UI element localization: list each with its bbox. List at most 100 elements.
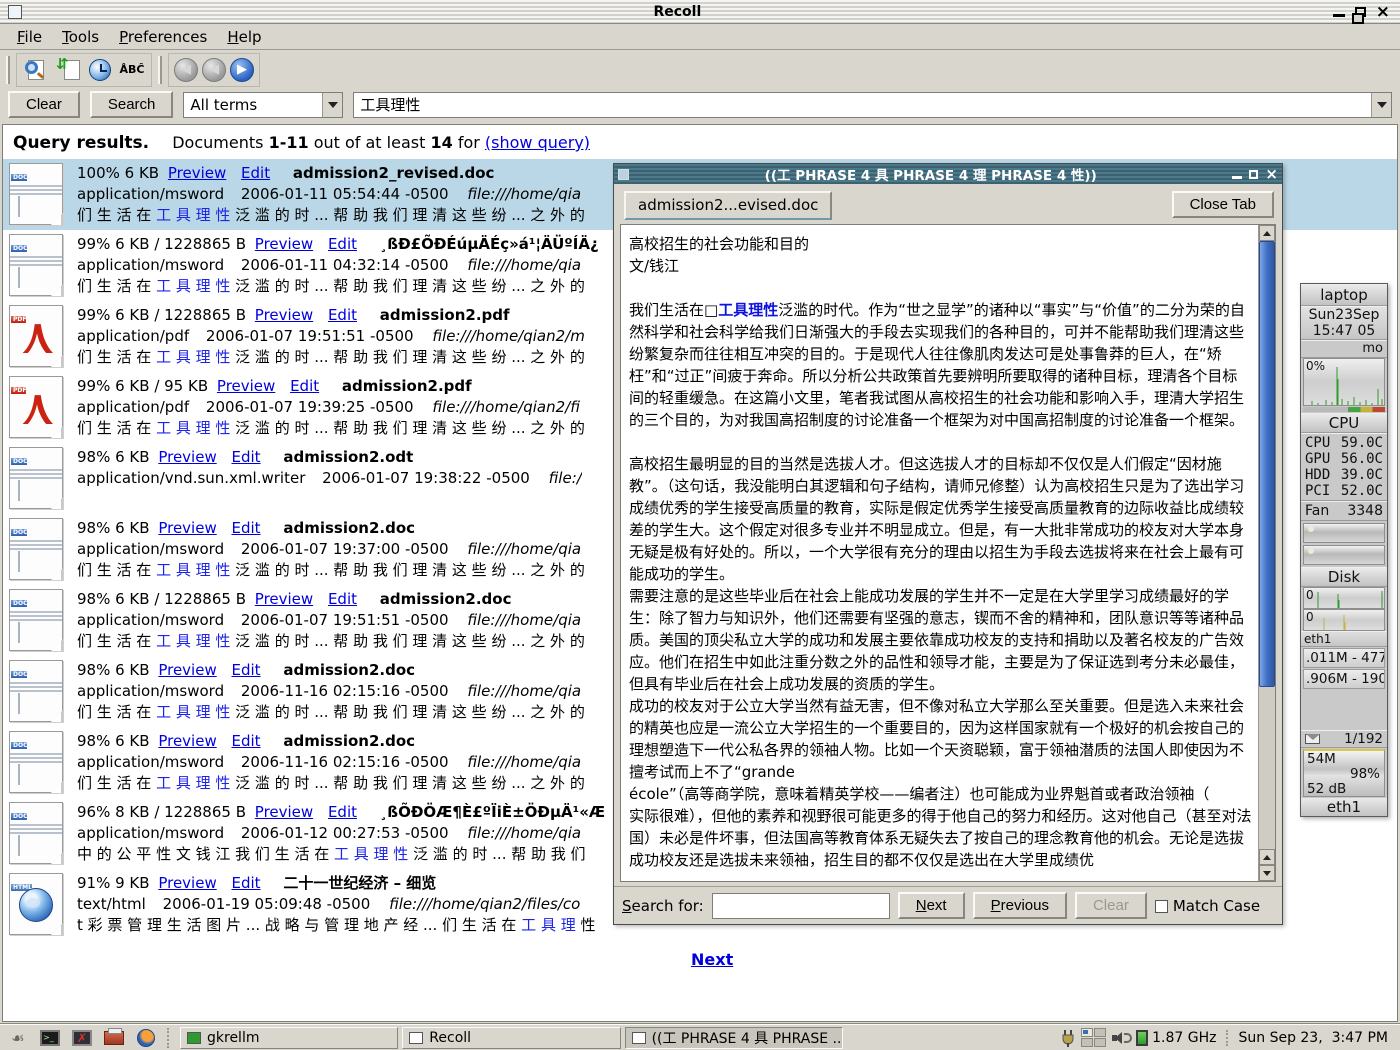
task-button-preview[interactable]: ((工 PHRASE 4 具 PHRASE ... [625, 1027, 843, 1049]
scroll-up-icon[interactable] [1259, 849, 1275, 865]
find-next-button[interactable]: Next [898, 892, 965, 919]
result-snippet: 们 生 活 在 工 具 理 性 泛 滥 的 时 ... 帮 助 我 们 理 清 … [77, 632, 585, 650]
find-input[interactable] [712, 893, 890, 919]
volume-panel: 54M 98% 52 dB [1303, 749, 1385, 797]
preview-paragraph: 需要注意的是这些毕业后在社会上能成功发展的学生并不一定是在大学里学习成绩最好的学… [629, 585, 1252, 695]
toolbar-grip[interactable] [158, 56, 162, 84]
preview-link[interactable]: Preview [158, 448, 216, 466]
result-score: 98% 6 KB [77, 732, 150, 750]
volume-size: 54M [1307, 751, 1336, 767]
next-page-icon[interactable]: ▶ [230, 58, 254, 82]
close-tab-button[interactable]: Close Tab [1172, 191, 1274, 218]
search-button[interactable]: Search [90, 91, 174, 118]
pdf-logo-icon [18, 318, 56, 356]
preview-link[interactable]: Preview [255, 306, 313, 324]
scrollbar-thumb[interactable] [1259, 241, 1275, 687]
edit-link[interactable]: Edit [232, 448, 261, 466]
xkill-icon[interactable]: ✗ [68, 1027, 96, 1049]
close-icon[interactable]: × [1376, 5, 1390, 19]
preview-tab[interactable]: admission2...evised.doc [624, 191, 832, 220]
maximize-icon[interactable] [1355, 7, 1366, 17]
scroll-down-icon[interactable] [1259, 865, 1275, 881]
temperature-row: GPU56.0C [1305, 451, 1383, 467]
next-results-link[interactable]: Next [691, 950, 733, 969]
preview-link[interactable]: Preview [158, 661, 216, 679]
result-score: 96% 8 KB / 1228865 B [77, 803, 246, 821]
preview-minimize-icon[interactable] [1232, 176, 1242, 179]
result-score: 99% 6 KB / 1228865 B [77, 306, 246, 324]
gkrellm-date: Sun23Sep [1301, 307, 1387, 323]
preview-link[interactable]: Preview [255, 590, 313, 608]
file-type-icon: DOC [9, 589, 65, 652]
scroll-up-icon[interactable] [1259, 225, 1275, 241]
edit-link[interactable]: Edit [328, 306, 357, 324]
result-date: 2006-11-16 02:15:16 -0500 [241, 753, 449, 771]
edit-link[interactable]: Edit [232, 661, 261, 679]
preview-text[interactable]: 高校招生的社会功能和目的 文/钱江我们生活在□工具理性泛滥的时代。作为“世之显学… [621, 225, 1258, 881]
query-input[interactable] [354, 96, 1371, 114]
prev-page-icon[interactable]: ◀ [202, 58, 226, 82]
cpu-frequency-applet[interactable]: 1.87 GHz [1136, 1030, 1216, 1046]
preview-close-icon[interactable]: × [1265, 168, 1278, 180]
sort-by-date-icon[interactable] [86, 56, 114, 84]
menu-help[interactable]: Help [218, 26, 270, 48]
query-history-chevron-icon[interactable] [1371, 93, 1391, 117]
result-score: 99% 6 KB / 1228865 B [77, 235, 246, 253]
preview-link[interactable]: Preview [217, 377, 275, 395]
firefox-icon[interactable] [132, 1027, 160, 1049]
gkrellm-slider[interactable] [1303, 523, 1385, 543]
preview-maximize-icon[interactable] [1249, 170, 1258, 179]
toolbar-grip[interactable] [6, 56, 10, 84]
cpu-krell [1303, 407, 1385, 412]
search-mode-select[interactable]: All terms [183, 92, 343, 118]
edit-link[interactable]: Edit [241, 164, 270, 182]
preview-link[interactable]: Preview [158, 519, 216, 537]
task-button-recoll[interactable]: Recoll [402, 1027, 620, 1049]
workspace-pager[interactable] [1081, 1028, 1106, 1047]
result-url: file:///home/qia [467, 753, 581, 771]
result-url: file:///home/qian2/fi [432, 398, 580, 416]
gkrellm-slider[interactable] [1303, 545, 1385, 565]
match-case-checkbox[interactable]: Match Case [1155, 897, 1260, 915]
preview-scrollbar[interactable] [1258, 225, 1275, 881]
edit-link[interactable]: Edit [290, 377, 319, 395]
result-title: 二十一世纪经济 – 细览 [283, 874, 436, 892]
clear-button[interactable]: Clear [8, 91, 80, 118]
preview-link[interactable]: Preview [255, 803, 313, 821]
menu-preferences[interactable]: Preferences [110, 26, 216, 48]
temperature-row: PCI52.0C [1305, 483, 1383, 499]
menu-file[interactable]: File [8, 26, 51, 48]
first-page-icon[interactable]: ◀ [174, 58, 198, 82]
new-query-icon[interactable] [22, 56, 50, 84]
menu-tools[interactable]: Tools [53, 26, 108, 48]
terminal-icon[interactable]: >_ [36, 1027, 64, 1049]
minimize-icon[interactable] [1333, 14, 1345, 17]
window-icon [8, 5, 22, 19]
preview-link[interactable]: Preview [168, 164, 226, 182]
sort-icon[interactable]: ⇵ [54, 56, 82, 84]
edit-link[interactable]: Edit [328, 235, 357, 253]
task-button-gkrellm[interactable]: gkrellm [180, 1027, 398, 1049]
volume-icon[interactable] [1112, 1030, 1130, 1046]
preview-link[interactable]: Preview [158, 874, 216, 892]
chevron-down-icon[interactable] [322, 93, 342, 117]
preview-link[interactable]: Preview [255, 235, 313, 253]
show-query-link[interactable]: (show query) [485, 133, 590, 152]
edit-link[interactable]: Edit [232, 732, 261, 750]
edit-link[interactable]: Edit [328, 590, 357, 608]
edit-link[interactable]: Edit [232, 874, 261, 892]
temperature-list: CPU59.0CGPU56.0CHDD39.0CPCI52.0C [1301, 433, 1387, 501]
find-previous-button[interactable]: Previous [973, 892, 1067, 919]
volume-percent: 98% [1350, 766, 1380, 782]
typewriter-icon[interactable] [100, 1027, 128, 1049]
file-type-icon: HTML [9, 873, 65, 936]
result-date: 2006-01-07 19:38:22 -0500 [322, 469, 530, 487]
window-title: Recoll [22, 4, 1333, 20]
preview-link[interactable]: Preview [158, 732, 216, 750]
gnome-menu-icon[interactable]: ☙ [4, 1027, 32, 1049]
preview-titlebar[interactable]: ((工 PHRASE 4 具 PHRASE 4 理 PHRASE 4 性)) × [614, 164, 1282, 184]
edit-link[interactable]: Edit [232, 519, 261, 537]
preview-paragraph: 高校招生最明显的目的当然是选拔人才。但这选拔人才的目标却不仅仅是人们假定“因材施… [629, 453, 1252, 585]
term-explorer-icon[interactable]: ÅBĈ [118, 56, 146, 84]
edit-link[interactable]: Edit [328, 803, 357, 821]
